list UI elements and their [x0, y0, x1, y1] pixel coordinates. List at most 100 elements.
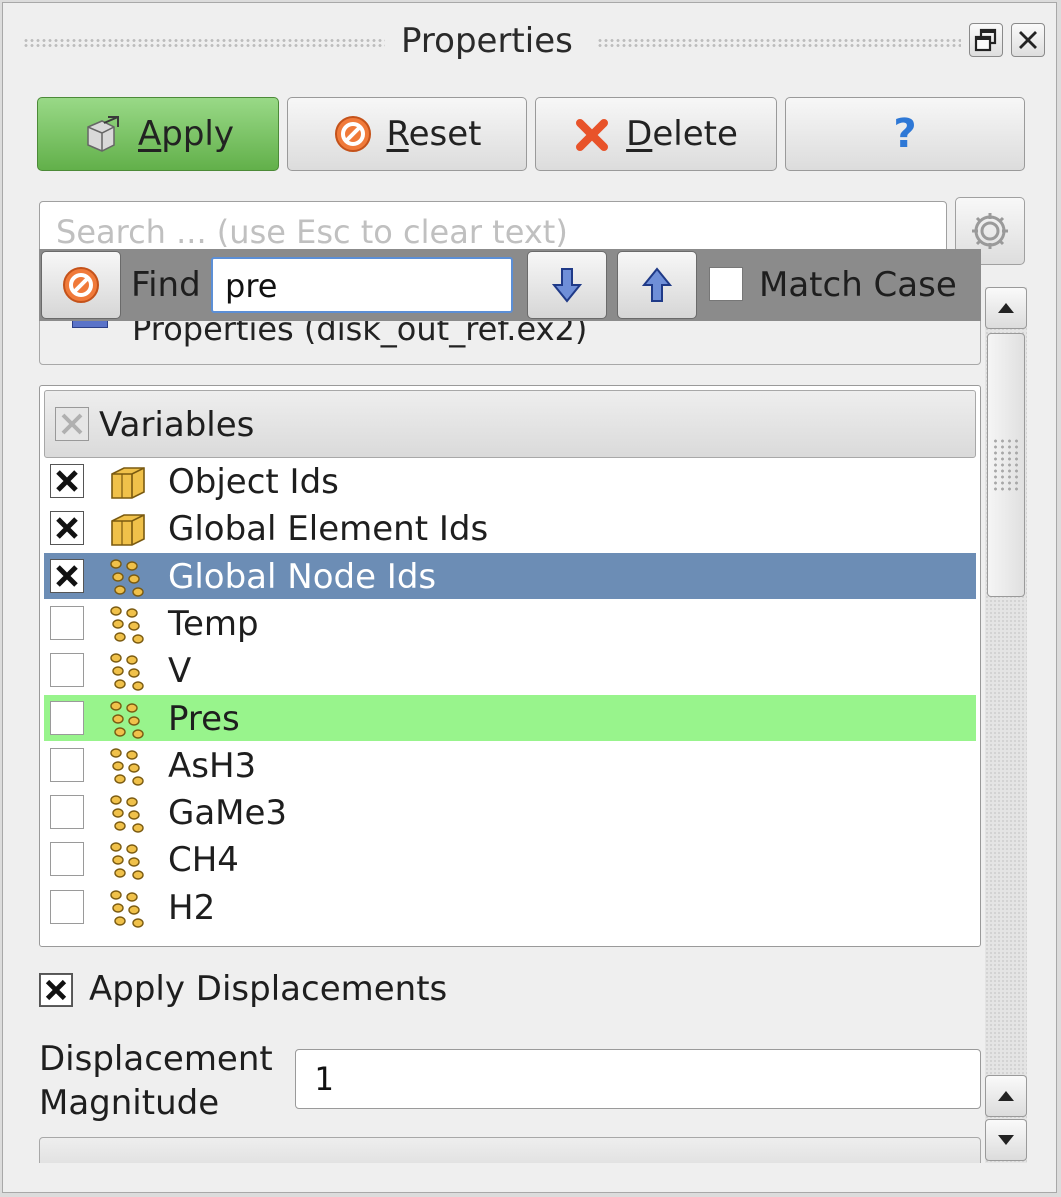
point-data-icon — [106, 604, 150, 644]
variable-checkbox[interactable] — [50, 747, 84, 782]
variable-label: Object Ids — [168, 462, 339, 502]
thumb-grip — [992, 438, 1020, 492]
point-data-icon — [106, 651, 150, 691]
panel-bottom — [3, 1163, 1056, 1192]
triangle-up-icon — [998, 303, 1014, 313]
title-bar: Properties — [3, 3, 1056, 83]
panel-title: Properties — [401, 21, 573, 61]
delete-mnemonic: D — [626, 114, 653, 154]
variable-label: CH4 — [168, 840, 239, 881]
triangle-up-icon — [998, 1091, 1014, 1101]
variable-label: Temp — [168, 603, 259, 644]
apply-displacements-checkbox[interactable] — [39, 973, 73, 1007]
variable-checkbox[interactable] — [50, 700, 84, 735]
variable-checkbox[interactable] — [50, 605, 84, 640]
close-button[interactable] — [1011, 23, 1045, 57]
variable-row[interactable]: Object Ids — [44, 458, 976, 504]
reset-button[interactable]: Reset — [287, 97, 527, 171]
point-data-icon — [106, 793, 150, 833]
help-icon: ? — [893, 111, 917, 157]
close-icon — [1019, 31, 1037, 49]
variable-checkbox[interactable] — [50, 795, 84, 830]
search-input[interactable] — [54, 210, 928, 254]
delete-label: elete — [652, 114, 738, 154]
point-data-icon — [106, 840, 150, 881]
checkmark-x-icon — [56, 517, 78, 540]
arrow-down-icon — [551, 268, 583, 303]
displacement-magnitude-label: Displacement Magnitude — [39, 1037, 273, 1125]
variable-row[interactable]: AsH3 — [44, 742, 976, 788]
point-data-icon — [106, 557, 150, 597]
variable-checkbox[interactable] — [50, 842, 84, 877]
variable-label: Pres — [168, 698, 240, 739]
variable-row[interactable]: Global Element Ids — [44, 505, 976, 551]
reset-label: eset — [408, 114, 482, 154]
find-previous-button[interactable] — [617, 251, 697, 319]
reset-icon — [333, 114, 373, 154]
close-find-button[interactable] — [41, 251, 121, 319]
variable-label: Global Node Ids — [168, 556, 437, 597]
variable-checkbox[interactable] — [50, 653, 84, 688]
displacement-magnitude-input[interactable] — [312, 1058, 956, 1100]
float-button[interactable] — [969, 23, 1003, 57]
variable-row[interactable]: Global Node Ids — [44, 552, 976, 599]
cell-data-icon — [106, 509, 150, 549]
find-field[interactable] — [211, 257, 513, 313]
cell-data-icon — [106, 462, 150, 502]
title-grip-left[interactable] — [23, 38, 385, 48]
properties-panel: Properties Apply Reset Delete ? Search .… — [2, 2, 1057, 1193]
variable-row[interactable]: GaMe3 — [44, 789, 976, 835]
header-tristate-checkbox[interactable] — [55, 407, 89, 441]
variable-label: H2 — [168, 887, 216, 928]
apply-mnemonic: A — [138, 114, 162, 154]
variable-label: Global Element Ids — [168, 509, 489, 550]
displacement-magnitude-field[interactable] — [295, 1049, 981, 1109]
variable-row[interactable]: Pres — [44, 694, 976, 741]
variable-checkbox[interactable] — [50, 889, 84, 924]
apply-button[interactable]: Apply — [37, 97, 279, 171]
find-label: Find — [131, 265, 201, 305]
variable-row[interactable]: V — [44, 647, 976, 693]
point-data-icon — [106, 746, 150, 786]
variable-label: GaMe3 — [168, 793, 288, 834]
apply-label: pply — [161, 114, 234, 154]
find-input[interactable] — [223, 265, 507, 307]
apply-displacements-label: Apply Displacements — [89, 969, 448, 1009]
variables-header-label: Variables — [99, 405, 255, 445]
vertical-scrollbar[interactable] — [985, 287, 1027, 1163]
point-data-icon — [106, 699, 150, 739]
variable-row[interactable]: H2 — [44, 884, 976, 930]
apply-icon — [82, 113, 124, 155]
gear-icon — [972, 213, 1008, 249]
restore-icon — [974, 28, 997, 52]
scrollbar-thumb[interactable] — [987, 333, 1025, 597]
displacement-magnitude-label-line2: Magnitude — [39, 1083, 220, 1123]
arrow-up-icon — [641, 267, 673, 302]
variable-row[interactable]: CH4 — [44, 836, 976, 882]
match-case-label: Match Case — [759, 265, 957, 305]
variables-tree[interactable]: Variables Object Ids Global Element Ids Gl… — [39, 385, 981, 947]
reset-mnemonic: R — [386, 114, 409, 154]
point-data-icon — [106, 888, 150, 928]
find-next-button[interactable] — [527, 251, 607, 319]
variable-checkbox[interactable] — [50, 558, 84, 593]
checkmark-x-icon — [56, 564, 78, 587]
variable-label: AsH3 — [168, 745, 257, 786]
close-find-icon — [63, 267, 99, 303]
help-button[interactable]: ? — [785, 97, 1025, 171]
match-case-checkbox[interactable] — [709, 267, 743, 301]
delete-button[interactable]: Delete — [535, 97, 777, 171]
scroll-down-button[interactable] — [985, 1119, 1027, 1161]
variable-row[interactable]: Temp — [44, 600, 976, 646]
displacement-magnitude-label-line1: Displacement — [39, 1039, 273, 1079]
find-bar: Find Match Case — [39, 249, 981, 321]
delete-icon — [574, 115, 612, 153]
variable-checkbox[interactable] — [50, 464, 84, 498]
title-grip-right[interactable] — [597, 38, 961, 48]
checkmark-x-icon — [56, 470, 78, 492]
variables-header[interactable]: Variables — [44, 390, 976, 458]
scroll-up-lower-button[interactable] — [985, 1075, 1027, 1117]
variable-checkbox[interactable] — [50, 511, 84, 546]
scroll-up-button[interactable] — [985, 287, 1027, 329]
variable-label: V — [168, 651, 192, 692]
